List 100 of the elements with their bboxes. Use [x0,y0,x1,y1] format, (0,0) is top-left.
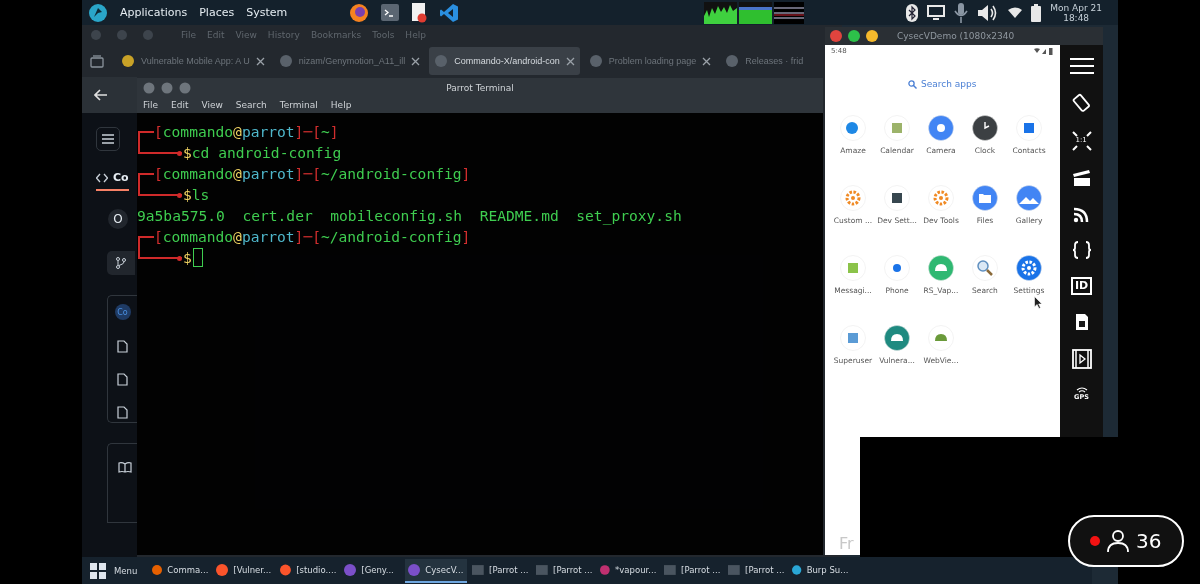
taskbar-item[interactable]: CysecV... [405,558,468,583]
taskbar-item[interactable]: [Parrot ... [725,558,788,583]
search-icon [908,79,917,89]
sim-card-icon[interactable] [1074,313,1089,331]
expand-icon [1071,131,1092,151]
file-name: set_proxy.sh [576,206,682,226]
taskbar-item[interactable]: [Parrot ... [533,558,596,583]
command-text: $ls [183,185,210,205]
window-title: Parrot Terminal [445,82,515,93]
window-title: CysecVDemo (1080x2340 [897,31,1015,41]
id-button[interactable]: ID [1070,277,1093,295]
taskbar-item[interactable]: Burp Su... [789,558,852,583]
favicon-icon [278,54,293,68]
panel-menu[interactable]: Places [199,6,235,19]
taskbar-item[interactable]: Comma... [149,558,212,583]
code-icon [96,172,108,183]
code-tab[interactable]: Co [96,171,129,191]
taskbar-item[interactable]: [Vulner... [213,558,276,583]
taskbar-item[interactable]: [studio.... [277,558,340,583]
branch-button[interactable] [107,251,135,275]
app-icon [600,563,611,576]
close-icon[interactable] [411,56,421,66]
search-field[interactable]: Search apps [921,79,977,89]
taskbar-item[interactable]: *vapour... [597,558,660,583]
book-icon [118,462,132,473]
favicon-icon [725,54,740,68]
firefox-icon[interactable] [349,2,370,23]
favicon-icon [121,54,135,68]
signal-waves-icon[interactable] [1072,205,1091,223]
braces-icon[interactable] [1071,241,1092,259]
panel-menu[interactable]: System [246,6,288,19]
rotate-device-icon[interactable] [1071,93,1092,113]
app-icon [344,563,357,576]
file-icon [117,340,128,353]
close-icon[interactable] [565,56,575,66]
back-arrow-icon[interactable] [94,89,108,101]
menu-item[interactable]: Edit [171,100,189,110]
file-name: 9a5ba575.0 [137,206,225,226]
monitor-icon[interactable] [927,4,946,21]
branch-icon [116,257,126,269]
menu-item[interactable]: Search [235,100,267,110]
command-text: $cd android-config [183,143,342,163]
panel-menu[interactable]: Applications [120,6,188,19]
file-name: cert.der [242,206,313,226]
menu-icon [102,134,114,144]
menu-item[interactable]: Terminal [279,100,318,110]
app-icon [472,563,485,576]
browser-tab[interactable]: Commando-X/android-con [429,47,580,75]
app-icon [408,563,421,576]
app-icon [536,563,549,576]
owner-avatar: Co [114,304,131,320]
terminal-icon[interactable] [381,4,400,21]
parrot-logo-icon[interactable] [88,2,108,23]
app-icon[interactable] [1016,115,1042,141]
person-icon [1106,529,1130,553]
menu-button[interactable]: Menu [90,562,148,579]
prompt-text: [commando@parrot]─[~] [154,122,339,142]
status-icons-icon [1034,47,1054,55]
app-icon[interactable] [972,115,998,141]
prompt-bracket-line [138,173,154,184]
prompt-bracket-line [138,131,154,142]
app-icon[interactable] [884,185,910,211]
viewer-count: 36 [1136,529,1162,553]
menu-item[interactable]: Help [330,100,352,110]
taskbar-item[interactable]: [Parrot ... [661,558,724,583]
app-icon [280,563,292,576]
bluetooth-icon[interactable] [906,3,919,22]
file-icon [117,373,128,386]
app-icon [728,563,741,576]
favicon-icon [588,54,603,68]
menu-item[interactable]: File [143,100,159,110]
battery-icon[interactable] [1031,3,1042,22]
close-icon[interactable] [255,56,265,66]
prompt-arrow-line [138,142,182,154]
film-play-icon[interactable] [1071,349,1092,369]
app-icon [664,563,677,576]
menu-button[interactable] [96,127,120,151]
code-editor-icon[interactable] [439,2,460,23]
clapperboard-icon[interactable] [1071,169,1092,187]
repo-avatar: O [108,209,128,229]
app-icon [216,563,229,576]
menu-item[interactable]: View [201,100,223,110]
wifi-icon[interactable] [1008,6,1023,19]
taskbar-item[interactable]: [Geny... [341,558,404,583]
close-icon[interactable] [702,56,712,66]
app-icon [792,563,802,576]
prompt-arrow-line [138,247,182,259]
app-icon [152,563,163,576]
clock[interactable]: Mon Apr 21 18:48 [1050,2,1112,23]
app-icon[interactable] [1016,255,1042,281]
prompt-arrow-line [138,184,182,196]
command-text: $ [183,248,192,268]
document-icon[interactable] [411,2,428,23]
file-name: README.md [479,206,559,226]
file-name: mobileconfig.sh [330,206,463,226]
taskbar-item[interactable]: [Parrot ... [469,558,532,583]
menu-icon[interactable] [1069,57,1094,75]
tab-overview-icon[interactable] [90,54,104,68]
app-icon[interactable] [884,255,910,281]
microphone-icon[interactable] [954,1,969,24]
